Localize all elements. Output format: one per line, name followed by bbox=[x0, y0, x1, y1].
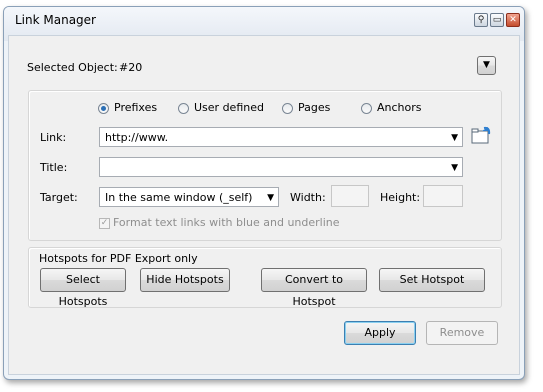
chevron-down-icon[interactable]: ▼ bbox=[451, 163, 458, 173]
link-label: Link: bbox=[40, 131, 67, 144]
hotspots-group-label: Hotspots for PDF Export only bbox=[39, 252, 198, 265]
radio-user-defined-label[interactable]: User defined bbox=[194, 101, 264, 114]
radio-anchors-label[interactable]: Anchors bbox=[377, 101, 422, 114]
pin-icon[interactable]: ⚲ bbox=[474, 13, 488, 27]
selected-object-value: #20 bbox=[119, 61, 143, 74]
link-combobox[interactable]: http://www. ▼ bbox=[99, 127, 463, 147]
radio-anchors[interactable] bbox=[361, 103, 372, 114]
remove-button[interactable]: Remove bbox=[426, 321, 498, 345]
height-field[interactable] bbox=[423, 185, 463, 207]
link-settings-group: Prefixes User defined Pages Anchors Link… bbox=[28, 90, 502, 241]
window-title: Link Manager bbox=[15, 13, 96, 27]
link-value: http://www. bbox=[105, 131, 169, 144]
hide-hotspots-button[interactable]: Hide Hotspots bbox=[140, 268, 230, 292]
radio-pages[interactable] bbox=[282, 103, 293, 114]
radio-user-defined[interactable] bbox=[178, 103, 189, 114]
target-select[interactable]: In the same window (_self) ▼ bbox=[99, 187, 279, 207]
radio-pages-label[interactable]: Pages bbox=[298, 101, 330, 114]
chevron-down-icon: ▼ bbox=[483, 60, 490, 70]
title-combobox[interactable]: ▼ bbox=[99, 157, 463, 177]
height-label: Height: bbox=[380, 191, 421, 204]
width-label: Width: bbox=[290, 191, 326, 204]
width-field[interactable] bbox=[331, 185, 369, 207]
folder-browse-icon[interactable] bbox=[470, 125, 492, 145]
chevron-down-icon[interactable]: ▼ bbox=[267, 193, 274, 203]
chevron-down-icon[interactable]: ▼ bbox=[451, 133, 458, 143]
radio-prefixes-label[interactable]: Prefixes bbox=[114, 101, 157, 114]
link-manager-window: Link Manager ⚲ ▭ ✕ Selected Object: #20 … bbox=[3, 6, 525, 380]
selected-object-label: Selected Object: bbox=[27, 61, 118, 74]
select-hotspots-button[interactable]: Select Hotspots bbox=[40, 268, 126, 308]
format-checkbox-label[interactable]: Format text links with blue and underlin… bbox=[113, 216, 340, 229]
restore-icon[interactable]: ▭ bbox=[490, 13, 504, 27]
dialog-body: Selected Object: #20 ▼ Prefixes User def… bbox=[8, 35, 520, 375]
format-checkbox[interactable]: ✓ bbox=[99, 218, 110, 229]
hotspots-group: Hotspots for PDF Export only Select Hots… bbox=[28, 247, 502, 308]
set-hotspot-button[interactable]: Set Hotspot bbox=[379, 268, 485, 292]
options-dropdown-button[interactable]: ▼ bbox=[477, 56, 496, 75]
close-icon[interactable]: ✕ bbox=[506, 13, 520, 27]
target-label: Target: bbox=[40, 191, 78, 204]
target-value: In the same window (_self) bbox=[105, 191, 253, 204]
radio-prefixes[interactable] bbox=[98, 103, 109, 114]
title-label: Title: bbox=[40, 161, 68, 174]
convert-to-hotspot-button[interactable]: Convert to Hotspot bbox=[261, 268, 367, 308]
apply-button[interactable]: Apply bbox=[344, 321, 416, 345]
